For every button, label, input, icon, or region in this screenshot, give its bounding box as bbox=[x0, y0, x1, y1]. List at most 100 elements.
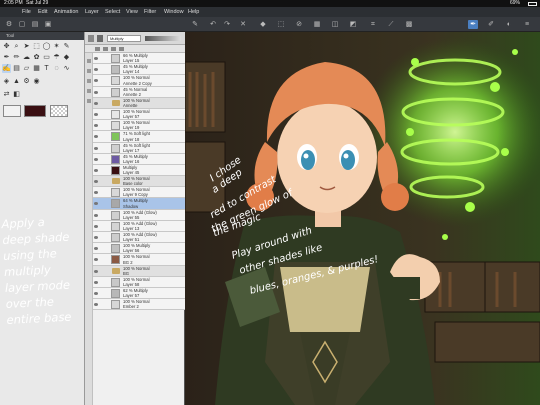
canvas[interactable]: I chose a deep red to contrast the green… bbox=[185, 32, 540, 405]
layer-row[interactable]: 100 % Normal Ember 2 bbox=[93, 299, 186, 311]
menu-animation[interactable]: Animation bbox=[54, 7, 78, 17]
layer-row[interactable]: 100 % Multiply Layer 56 bbox=[93, 243, 186, 255]
visibility-eye-icon[interactable] bbox=[94, 269, 98, 273]
layer-row[interactable]: 64 % Multiply Shadow bbox=[93, 198, 186, 210]
fill-bucket-icon[interactable]: ◈ bbox=[2, 77, 11, 86]
pencil-icon[interactable]: ✏ bbox=[12, 53, 21, 62]
new-layer-icon[interactable] bbox=[87, 59, 91, 63]
lasso-icon[interactable]: ◯ bbox=[42, 42, 51, 51]
layer-row[interactable]: 100 % Normal Annette 2 Copy bbox=[93, 75, 186, 87]
text-icon[interactable]: T bbox=[42, 64, 51, 73]
brush-icon[interactable]: ✎ bbox=[190, 20, 200, 29]
settings-small-icon[interactable]: ⚙ bbox=[22, 77, 31, 86]
menu-select[interactable]: Select bbox=[105, 7, 120, 17]
layer-mask-icon[interactable] bbox=[97, 35, 103, 42]
transparent-color-swatch[interactable] bbox=[50, 105, 68, 117]
eyedropper-icon[interactable]: ✎ bbox=[62, 42, 71, 51]
visibility-eye-icon[interactable] bbox=[94, 303, 98, 307]
opacity-slider[interactable] bbox=[145, 36, 181, 41]
new-folder-icon[interactable] bbox=[87, 69, 91, 73]
visibility-eye-icon[interactable] bbox=[94, 90, 98, 94]
visibility-eye-icon[interactable] bbox=[94, 79, 98, 83]
visibility-eye-icon[interactable] bbox=[94, 191, 98, 195]
layer-folder-row[interactable]: 100 % Normal Annette bbox=[93, 97, 186, 109]
fill-icon[interactable]: ◆ bbox=[258, 20, 268, 29]
settings-icon[interactable]: ⚙ bbox=[4, 20, 14, 29]
menu-window[interactable]: Window bbox=[164, 7, 184, 17]
blend-mode-select[interactable]: Multiply bbox=[107, 35, 141, 42]
deselect-icon[interactable]: ⊘ bbox=[294, 20, 304, 29]
menu-icon[interactable]: ≡ bbox=[522, 20, 532, 29]
visibility-eye-icon[interactable] bbox=[94, 101, 98, 105]
clear-icon[interactable]: ✕ bbox=[238, 20, 248, 29]
merge-icon[interactable] bbox=[87, 89, 91, 93]
invert-selection-icon[interactable]: ◫ bbox=[330, 20, 340, 29]
open-file-icon[interactable]: ▤ bbox=[30, 20, 40, 29]
layer-row[interactable]: 100 % Normal Layer 9 Copy bbox=[93, 187, 186, 199]
visibility-eye-icon[interactable] bbox=[94, 213, 98, 217]
figure-icon[interactable]: ▱ bbox=[22, 64, 31, 73]
ruler-icon[interactable]: ⟋ bbox=[386, 20, 396, 29]
reset-colors-icon[interactable]: ◧ bbox=[12, 90, 21, 99]
lock-icon[interactable] bbox=[95, 47, 100, 51]
visibility-eye-icon[interactable] bbox=[94, 258, 98, 262]
layer-settings-icon[interactable] bbox=[88, 35, 94, 42]
fill-tool-icon[interactable]: ◆ bbox=[62, 53, 71, 62]
decoration-icon[interactable]: ✿ bbox=[32, 53, 41, 62]
operation-icon[interactable]: ➤ bbox=[22, 42, 31, 51]
visibility-eye-icon[interactable] bbox=[94, 57, 98, 60]
delete-layer-icon[interactable] bbox=[87, 99, 91, 103]
visibility-eye-icon[interactable] bbox=[94, 135, 98, 139]
visibility-eye-icon[interactable] bbox=[94, 157, 98, 161]
color-wheel-icon[interactable]: ◉ bbox=[32, 77, 41, 86]
layer-row[interactable]: 66 % Multiply Layer 15 bbox=[93, 53, 186, 65]
swap-colors-icon[interactable]: ⇄ bbox=[2, 90, 11, 99]
select-all-icon[interactable]: ▦ bbox=[312, 20, 322, 29]
visibility-eye-icon[interactable] bbox=[94, 68, 98, 72]
layer-row[interactable]: 100 % Add (Glow) Layer 51 bbox=[93, 232, 186, 244]
correct-line-icon[interactable]: ∿ bbox=[62, 64, 71, 73]
layer-row[interactable]: 45 % Soft light Layer 17 bbox=[93, 142, 186, 154]
clip-icon[interactable] bbox=[103, 47, 108, 51]
menu-view[interactable]: View bbox=[126, 7, 138, 17]
airbrush-icon[interactable]: ☁ bbox=[22, 53, 31, 62]
layer-row[interactable]: 100 % Add (Glow) Layer 13 bbox=[93, 220, 186, 232]
visibility-eye-icon[interactable] bbox=[94, 236, 98, 239]
menu-layer[interactable]: Layer bbox=[85, 7, 99, 17]
visibility-eye-icon[interactable] bbox=[94, 180, 98, 184]
grid-icon[interactable]: ▩ bbox=[404, 20, 414, 29]
color-icon[interactable]: ◐ bbox=[504, 20, 514, 29]
layer-folder-row[interactable]: 100 % Normal Base color bbox=[93, 176, 186, 188]
layer-row[interactable]: Multiply Layer 45 bbox=[93, 164, 186, 177]
move-icon[interactable]: ✥ bbox=[2, 42, 11, 51]
brush-tool-icon[interactable]: ✍ bbox=[2, 64, 11, 73]
visibility-eye-icon[interactable] bbox=[94, 168, 98, 172]
layer-row[interactable]: 45 % Normal Annette 2 bbox=[93, 86, 186, 98]
layer-row[interactable]: 100 % Normal Layer 57 bbox=[93, 108, 186, 121]
frame-icon[interactable]: ▦ bbox=[32, 64, 41, 73]
layer-row[interactable]: 100 % Normal BG 2 bbox=[93, 254, 186, 266]
visibility-eye-icon[interactable] bbox=[94, 280, 98, 284]
visibility-eye-icon[interactable] bbox=[94, 124, 98, 128]
menu-edit[interactable]: Edit bbox=[38, 7, 47, 17]
balloon-icon[interactable]: ◌ bbox=[52, 64, 61, 73]
layer-folder-row[interactable]: 100 % Normal BG bbox=[93, 265, 186, 277]
edit-icon[interactable]: ✐ bbox=[486, 20, 496, 29]
pen-tool-icon[interactable]: ✒ bbox=[468, 20, 478, 29]
transform-icon[interactable]: ⬚ bbox=[276, 20, 286, 29]
draft-icon[interactable] bbox=[119, 47, 124, 51]
menu-filter[interactable]: Filter bbox=[144, 7, 156, 17]
crop-icon[interactable]: ⌗ bbox=[368, 20, 378, 29]
layer-row[interactable]: 100 % Add (Glow) Layer 55 bbox=[93, 209, 186, 221]
selection-icon[interactable]: ⬚ bbox=[32, 42, 41, 51]
visibility-eye-icon[interactable] bbox=[94, 202, 98, 206]
pen-icon[interactable]: ✒ bbox=[2, 53, 11, 62]
layer-row[interactable]: 100 % Normal Layer 19 bbox=[93, 120, 186, 132]
undo-icon[interactable]: ↶ bbox=[208, 20, 218, 29]
save-icon[interactable]: ▣ bbox=[43, 20, 53, 29]
main-color-swatch[interactable] bbox=[24, 105, 46, 117]
shape-icon[interactable]: ▲ bbox=[12, 77, 21, 86]
redo-icon[interactable]: ↷ bbox=[222, 20, 232, 29]
gradient-icon[interactable]: ▤ bbox=[12, 64, 21, 73]
blend-icon[interactable]: ☂ bbox=[52, 53, 61, 62]
